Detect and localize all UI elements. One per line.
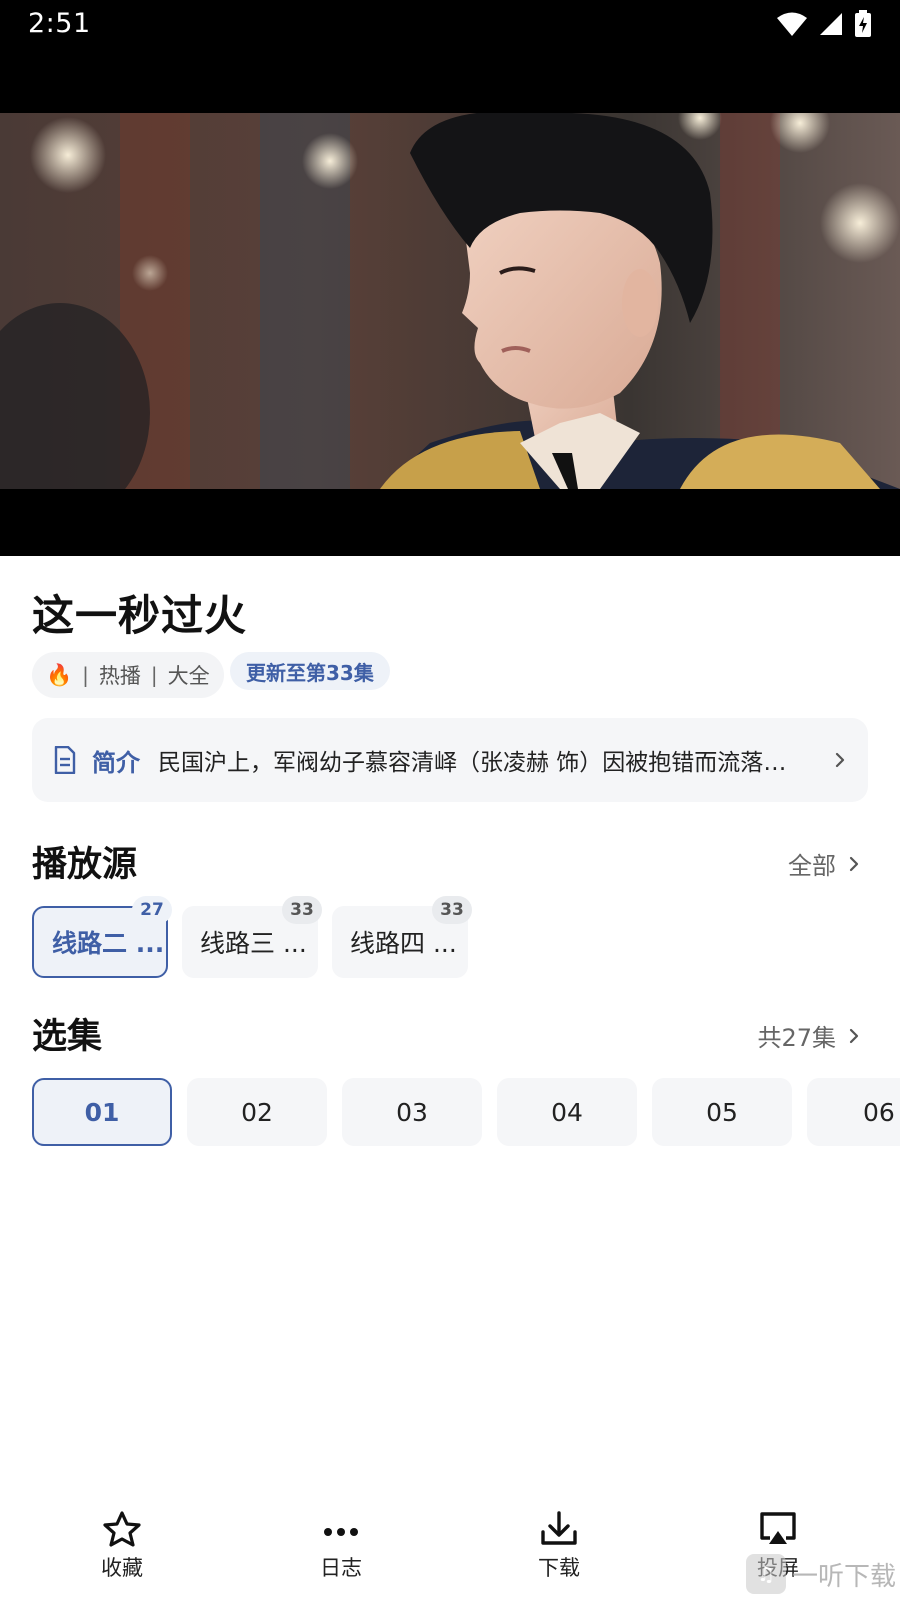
sources-all-label: 全部 xyxy=(788,852,836,880)
document-icon xyxy=(54,746,76,774)
meta-category: 大全 xyxy=(167,664,210,688)
fire-icon: 🔥 xyxy=(46,662,73,687)
episode-button[interactable]: 03 xyxy=(342,1078,482,1146)
drama-title: 这一秒过火 xyxy=(32,591,248,640)
episode-button[interactable]: 04 xyxy=(497,1078,637,1146)
meta-hot: 热播 xyxy=(98,664,141,688)
log-button[interactable]: 日志 xyxy=(281,1510,401,1582)
download-icon xyxy=(541,1511,577,1545)
favorite-label: 收藏 xyxy=(101,1556,143,1580)
chevron-right-icon xyxy=(849,856,859,871)
synopsis-text: 民国沪上，军阀幼子慕容清峄（张凌赫 饰）因被抱错而流落在外，后被接回府中…… xyxy=(158,750,808,776)
episode-button[interactable]: 02 xyxy=(187,1078,327,1146)
star-icon xyxy=(103,1511,141,1547)
source-count-badge: 33 xyxy=(282,896,322,924)
watermark-logo-icon: ♫ xyxy=(745,1554,786,1594)
cast-screen-icon xyxy=(760,1512,796,1544)
signal-icon xyxy=(820,13,842,35)
battery-icon xyxy=(855,10,871,37)
source-chip-label: 线路四 ... xyxy=(350,929,457,958)
meta-separator: | xyxy=(150,663,158,687)
sources-all-link[interactable]: 全部 xyxy=(788,846,860,881)
meta-separator: | xyxy=(82,663,89,687)
episodes-total-label: 共27集 xyxy=(757,1024,836,1052)
video-player[interactable] xyxy=(0,48,900,556)
status-bar: 2:51 xyxy=(0,0,900,48)
more-dots-icon xyxy=(324,1528,358,1536)
log-label: 日志 xyxy=(320,1556,362,1580)
source-chip-label: 线路二 ... xyxy=(52,929,165,958)
status-time: 2:51 xyxy=(28,8,91,39)
watermark: ♫ 一听下载 xyxy=(745,1554,896,1594)
meta-chip: 🔥 | 热播 | 大全 xyxy=(32,652,224,698)
source-count-badge: 33 xyxy=(432,896,472,924)
download-button[interactable]: 下载 xyxy=(499,1510,619,1582)
update-status-badge: 更新至第33集 xyxy=(230,652,390,690)
synopsis-label: 简介 xyxy=(92,748,140,777)
video-frame[interactable] xyxy=(0,113,900,489)
chevron-right-icon xyxy=(849,1028,859,1043)
status-icons xyxy=(776,10,872,38)
episodes-total-link[interactable]: 共27集 xyxy=(757,1018,860,1053)
source-chip-label: 线路三 ... xyxy=(200,929,307,958)
watermark-text: 一听下载 xyxy=(791,1561,896,1592)
wifi-icon xyxy=(777,12,807,36)
video-still-image xyxy=(0,113,900,489)
synopsis-card[interactable]: 简介 民国沪上，军阀幼子慕容清峄（张凌赫 饰）因被抱错而流落在外，后被接回府中…… xyxy=(32,718,868,802)
episodes-section-title: 选集 xyxy=(32,1017,103,1057)
chevron-right-icon xyxy=(835,752,845,768)
sources-section-title: 播放源 xyxy=(32,845,138,885)
source-count-badge: 27 xyxy=(132,896,172,924)
episode-button[interactable]: 06 xyxy=(807,1078,900,1146)
episode-button[interactable]: 05 xyxy=(652,1078,792,1146)
favorite-button[interactable]: 收藏 xyxy=(62,1510,182,1582)
download-label: 下载 xyxy=(538,1556,580,1580)
episode-button[interactable]: 01 xyxy=(32,1078,172,1146)
